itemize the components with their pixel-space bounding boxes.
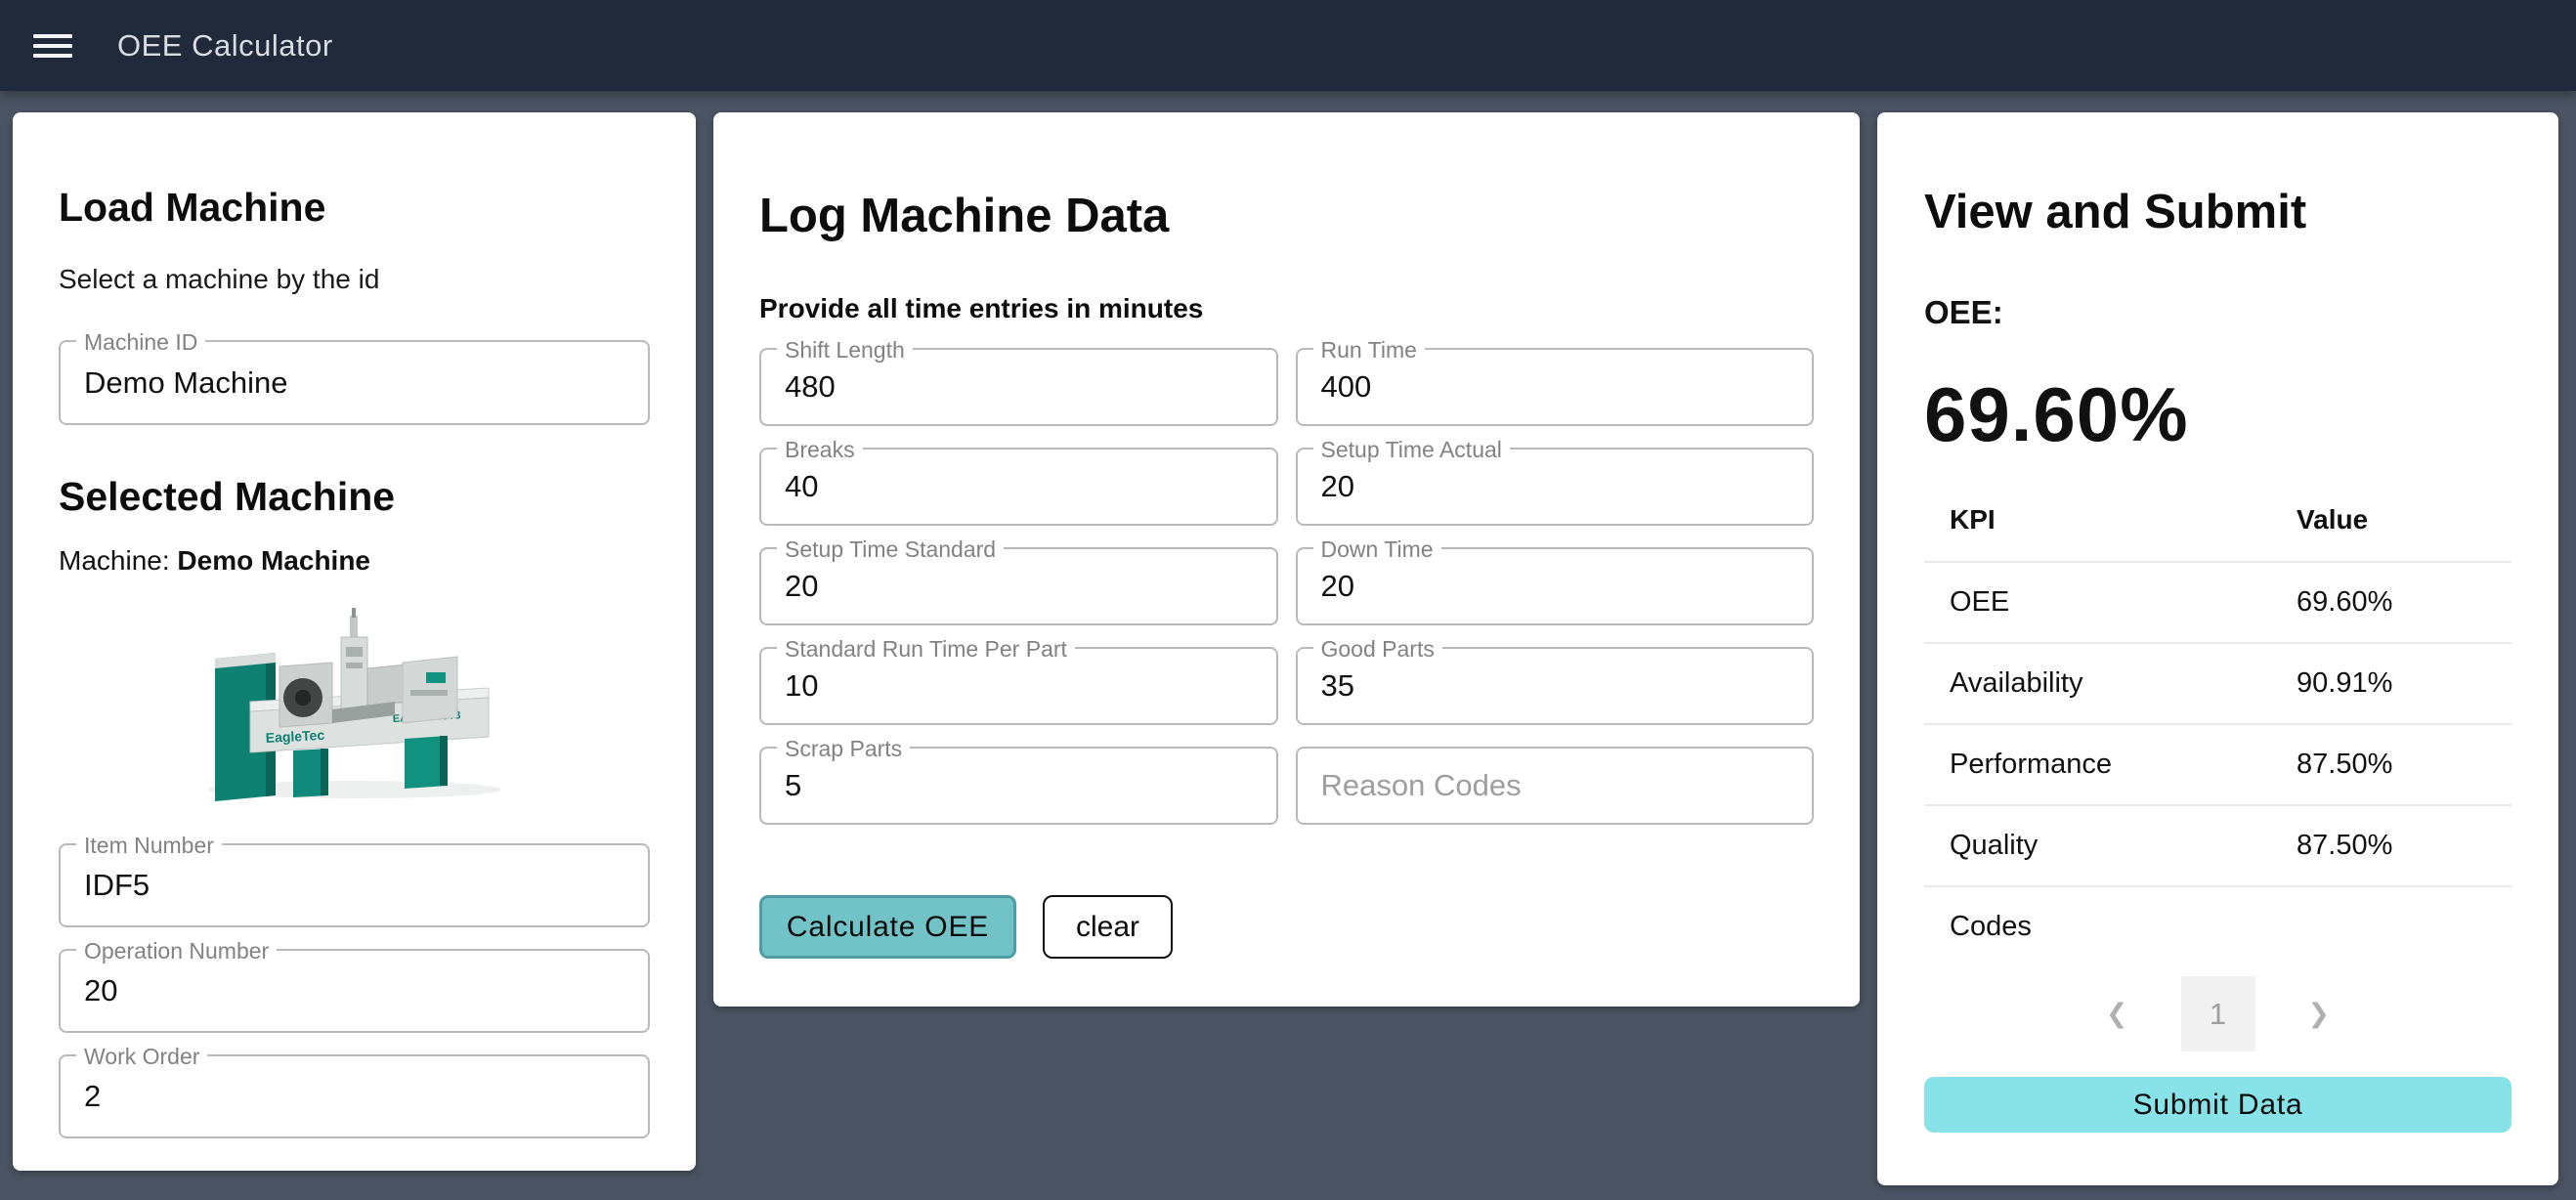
load-machine-title: Load Machine xyxy=(59,185,650,231)
reason-codes-field[interactable] xyxy=(1296,747,1815,825)
submit-data-button[interactable]: Submit Data xyxy=(1924,1077,2512,1133)
item-number-field[interactable]: Item Number xyxy=(59,843,650,927)
kpi-cell: OEE xyxy=(1924,586,2297,619)
app-title: OEE Calculator xyxy=(117,28,333,64)
kpi-header-cell: KPI xyxy=(1924,504,2297,536)
machine-label: Machine: xyxy=(59,545,170,576)
calculate-oee-button[interactable]: Calculate OEE xyxy=(759,895,1016,959)
view-submit-title: View and Submit xyxy=(1924,185,2512,239)
standard-run-time-field[interactable]: Standard Run Time Per Part xyxy=(759,647,1278,725)
log-data-fields-grid: Shift Length Run Time Breaks Setup Time … xyxy=(759,348,1814,825)
machine-image: EagleTec EA-TL1530T3 xyxy=(59,608,650,808)
kpi-cell: Performance xyxy=(1924,749,2297,781)
main-content: Load Machine Select a machine by the id … xyxy=(13,112,2558,1185)
setup-time-standard-label: Setup Time Standard xyxy=(777,536,1004,563)
pagination: ❮ 1 ❯ xyxy=(1924,976,2512,1051)
kpi-cell: Codes xyxy=(1924,911,2297,943)
item-number-label: Item Number xyxy=(76,833,222,859)
machine-brand-text: EagleTec xyxy=(265,727,324,746)
log-machine-data-panel: Log Machine Data Provide all time entrie… xyxy=(713,112,1860,1007)
value-cell: 69.60% xyxy=(2297,586,2512,619)
app-bar: OEE Calculator xyxy=(0,0,2576,91)
work-order-label: Work Order xyxy=(76,1044,207,1070)
scrap-parts-field[interactable]: Scrap Parts xyxy=(759,747,1278,825)
value-cell: 90.91% xyxy=(2297,667,2512,700)
view-submit-panel: View and Submit OEE: 69.60% KPI Value OE… xyxy=(1877,112,2558,1185)
table-row: Performance 87.50% xyxy=(1924,723,2512,804)
shift-length-label: Shift Length xyxy=(777,337,913,364)
operation-number-field[interactable]: Operation Number xyxy=(59,949,650,1033)
kpi-table: KPI Value OEE 69.60% Availability 90.91%… xyxy=(1924,479,2512,966)
setup-time-actual-label: Setup Time Actual xyxy=(1313,437,1510,463)
setup-time-actual-field[interactable]: Setup Time Actual xyxy=(1296,448,1815,526)
standard-run-time-label: Standard Run Time Per Part xyxy=(777,636,1075,663)
value-cell: 87.50% xyxy=(2297,749,2512,781)
setup-time-standard-field[interactable]: Setup Time Standard xyxy=(759,547,1278,625)
page-number-button[interactable]: 1 xyxy=(2181,976,2255,1051)
load-machine-fields: Item Number Operation Number Work Order xyxy=(59,843,650,1138)
breaks-field[interactable]: Breaks xyxy=(759,448,1278,526)
breaks-label: Breaks xyxy=(777,437,863,463)
log-data-actions: Calculate OEE clear xyxy=(759,895,1814,959)
table-row: Availability 90.91% xyxy=(1924,642,2512,723)
scrap-parts-label: Scrap Parts xyxy=(777,736,910,762)
good-parts-field[interactable]: Good Parts xyxy=(1296,647,1815,725)
run-time-label: Run Time xyxy=(1313,337,1425,364)
table-row: Codes xyxy=(1924,885,2512,966)
machine-name: Demo Machine xyxy=(177,545,370,576)
kpi-table-header: KPI Value xyxy=(1924,479,2512,561)
work-order-field[interactable]: Work Order xyxy=(59,1054,650,1138)
log-data-subtitle: Provide all time entries in minutes xyxy=(759,293,1814,324)
load-machine-subtitle: Select a machine by the id xyxy=(59,264,650,295)
log-data-title: Log Machine Data xyxy=(759,189,1814,243)
run-time-field[interactable]: Run Time xyxy=(1296,348,1815,426)
good-parts-label: Good Parts xyxy=(1313,636,1442,663)
operation-number-label: Operation Number xyxy=(76,938,277,964)
shift-length-field[interactable]: Shift Length xyxy=(759,348,1278,426)
chevron-right-icon[interactable]: ❯ xyxy=(2302,995,2337,1033)
reason-codes-input[interactable] xyxy=(1298,749,1813,823)
value-cell: 87.50% xyxy=(2297,830,2512,862)
table-row: Quality 87.50% xyxy=(1924,804,2512,885)
kpi-cell: Quality xyxy=(1924,830,2297,862)
down-time-field[interactable]: Down Time xyxy=(1296,547,1815,625)
oee-label: OEE: xyxy=(1924,294,2512,331)
chevron-left-icon[interactable]: ❮ xyxy=(2100,995,2134,1033)
machine-id-label: Machine ID xyxy=(76,329,205,356)
kpi-cell: Availability xyxy=(1924,667,2297,700)
value-header-cell: Value xyxy=(2297,504,2512,536)
menu-icon[interactable] xyxy=(25,19,80,73)
selected-machine-title: Selected Machine xyxy=(59,474,650,520)
clear-button[interactable]: clear xyxy=(1043,895,1173,959)
selected-machine-line: Machine: Demo Machine xyxy=(59,545,650,577)
down-time-label: Down Time xyxy=(1313,536,1441,563)
machine-id-field[interactable]: Machine ID xyxy=(59,340,650,425)
oee-value: 69.60% xyxy=(1924,370,2512,459)
load-machine-panel: Load Machine Select a machine by the id … xyxy=(13,112,696,1171)
table-row: OEE 69.60% xyxy=(1924,561,2512,642)
